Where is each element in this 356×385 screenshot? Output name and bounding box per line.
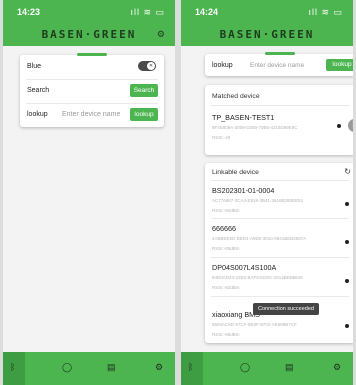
bluetooth-icon: ᛒ	[10, 362, 16, 372]
device-name: DP04S007L4S100A	[212, 263, 277, 272]
document-icon[interactable]: ▤	[107, 362, 116, 373]
device-rssi: RSSI:-85dBm	[212, 246, 240, 251]
linkable-device-panel: Linkable device ↻ BS202301-01-0004 AC776…	[205, 163, 353, 343]
divider	[211, 105, 349, 106]
settings-icon[interactable]: ⚙	[333, 362, 341, 373]
bluetooth-toggle[interactable]: ✕	[138, 61, 156, 71]
blue-label: Blue	[27, 63, 42, 70]
lookup-label: lookup	[212, 62, 233, 69]
matched-device-panel: Matched device TP_BASEN-TEST1 9F4E809A-3…	[205, 85, 353, 155]
divider	[211, 257, 349, 258]
divider	[211, 218, 349, 219]
status-dot	[345, 324, 349, 328]
settings-icon[interactable]: ⚙	[155, 362, 163, 373]
bottom-nav: ᛒ ◯ ▤ ⚙	[3, 352, 175, 385]
lookup-button[interactable]: lookup	[326, 59, 353, 71]
device-name-input[interactable]: Enter device name	[250, 62, 304, 69]
search-label: Search	[27, 87, 50, 94]
status-dot	[345, 240, 349, 244]
divider	[211, 180, 349, 181]
status-icons: ıll ≋ ▭	[308, 7, 343, 17]
device-rssi: RSSI:-82dBm	[212, 285, 240, 290]
blue-row: Blue ✕	[20, 55, 164, 79]
device-name: 666666	[212, 224, 236, 233]
status-dot	[345, 202, 349, 206]
brand-logo: BASEN·GREEN	[41, 28, 137, 41]
lookup-label: lookup	[27, 111, 48, 118]
status-dot	[345, 279, 349, 283]
circle-icon[interactable]: ◯	[240, 362, 250, 373]
status-bar: 14:24 ıll ≋ ▭	[181, 7, 353, 19]
matched-device-name: TP_BASEN-TEST1	[212, 113, 275, 122]
header-bar: 14:23 ıll ≋ ▭ BASEN·GREEN ⚙	[3, 0, 175, 46]
device-rssi: RSSI:-85dBm	[212, 332, 240, 337]
gear-icon[interactable]: ⚙	[157, 29, 165, 40]
phone-screen-right: 14:24 ıll ≋ ▭ BASEN·GREEN lookup Enter d…	[181, 0, 353, 385]
status-dot	[337, 124, 341, 128]
status-time: 14:24	[195, 7, 219, 17]
device-id: 84D0AD23-22E6-BAF8-ED0C-1512BEB8645	[212, 275, 303, 280]
linkable-device-title: Linkable device	[212, 169, 259, 176]
lookup-panel: lookup Enter device name lookup	[205, 52, 353, 76]
search-row: Search Search	[20, 79, 164, 103]
matched-device-id: 9F4E809A-3009-D300-70B6-4216D99E9C	[212, 125, 298, 130]
matched-device-title: Matched device	[212, 93, 260, 100]
brand-logo: BASEN·GREEN	[219, 28, 315, 41]
document-icon[interactable]: ▤	[285, 362, 294, 373]
close-icon: ✕	[147, 62, 155, 70]
nav-item-bluetooth[interactable]: ᛒ	[181, 352, 203, 385]
device-name: BS202301-01-0004	[212, 186, 275, 195]
search-button[interactable]: Search	[130, 84, 158, 97]
bluetooth-icon: ᛒ	[188, 362, 194, 372]
connection-toast: Connection succeeded	[253, 303, 319, 315]
circle-icon[interactable]: ◯	[62, 362, 72, 373]
divider	[211, 296, 349, 297]
close-icon[interactable]: ✕	[348, 119, 353, 132]
device-name-input[interactable]: Enter device name	[62, 111, 120, 118]
device-id: 4ABBEE5D-BED4-A8D0-3010-0841BEB2687A	[212, 236, 307, 241]
device-rssi: RSSI:-80dBm	[212, 208, 240, 213]
refresh-icon[interactable]: ↻	[344, 167, 351, 176]
bluetooth-panel: Blue ✕ Search Search lookup Enter device…	[20, 53, 164, 127]
status-icons: ıll ≋ ▭	[130, 7, 165, 17]
matched-device-rssi: RSSI:-49	[212, 135, 231, 140]
phone-screen-left: 14:23 ıll ≋ ▭ BASEN·GREEN ⚙ Blue ✕ Searc…	[3, 0, 175, 385]
lookup-row: lookup Enter device name lookup	[20, 103, 164, 127]
header-bar: 14:24 ıll ≋ ▭ BASEN·GREEN	[181, 0, 353, 46]
status-time: 14:23	[17, 7, 41, 17]
device-id: AC776667-3CA4-E919-3B41-3616B260EE51	[212, 198, 304, 203]
nav-item-bluetooth[interactable]: ᛒ	[3, 352, 25, 385]
panel-grabber	[265, 52, 295, 55]
device-id: 8593AC8D-57CF-8E8F-9702-AE688B7CF	[212, 322, 297, 327]
bottom-nav: ᛒ ◯ ▤ ⚙	[181, 352, 353, 385]
lookup-button[interactable]: lookup	[130, 108, 158, 121]
status-bar: 14:23 ıll ≋ ▭	[3, 7, 175, 19]
